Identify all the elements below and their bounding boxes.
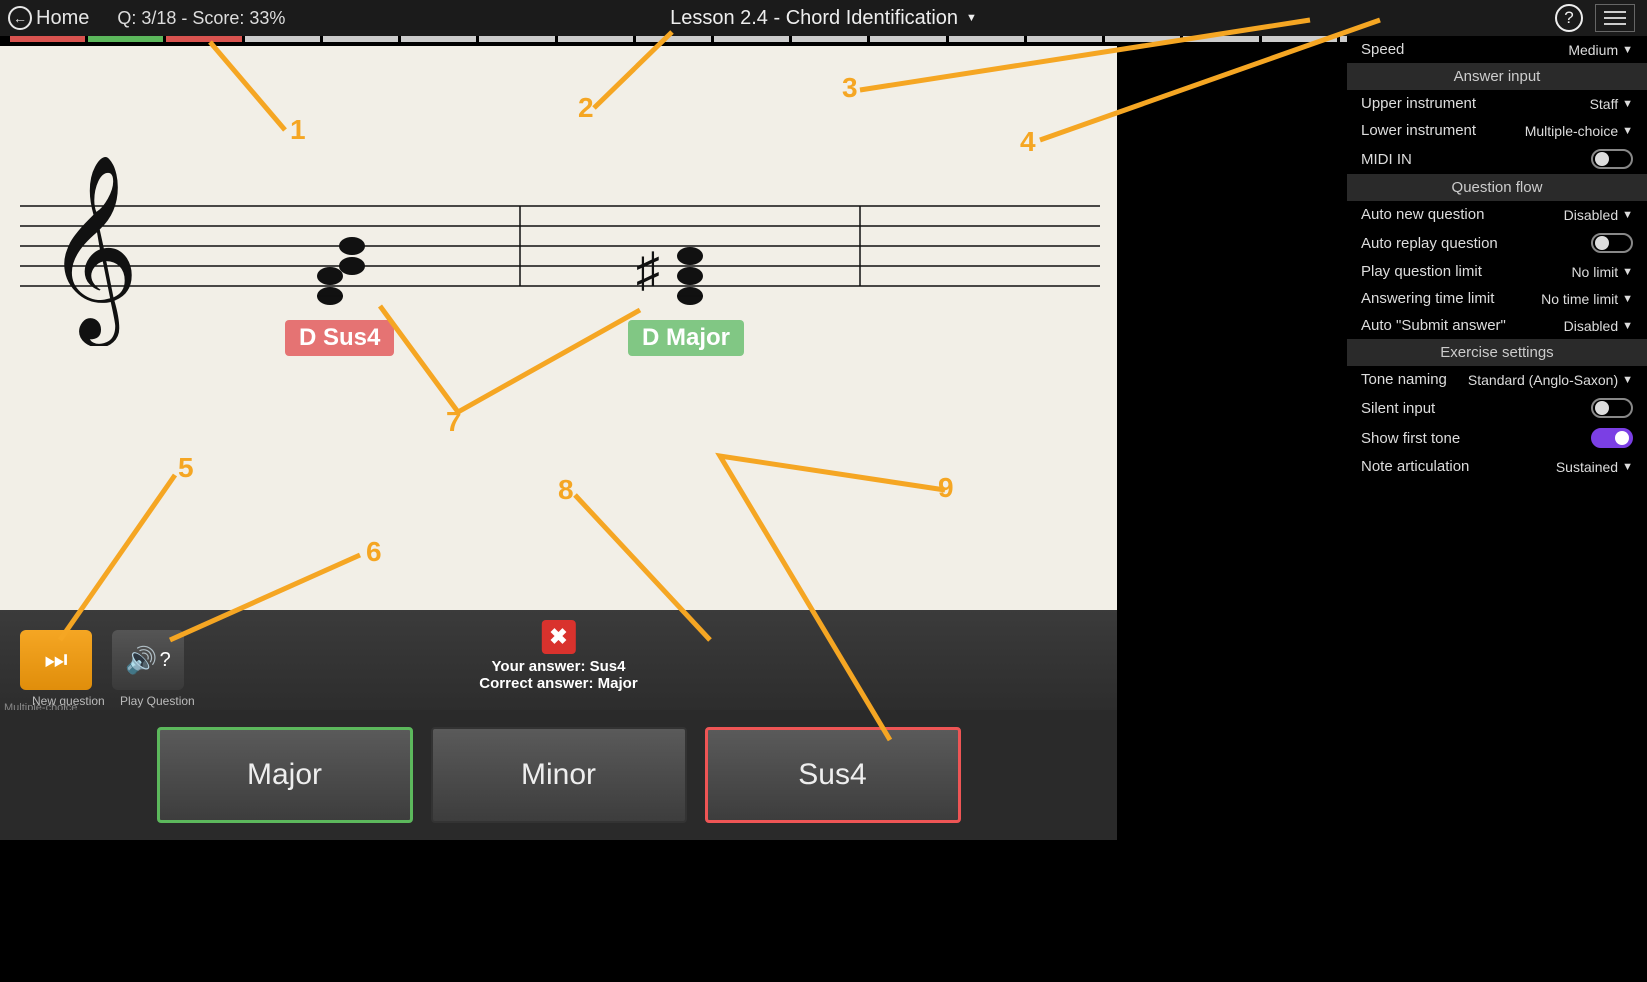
progress-segment — [166, 36, 241, 42]
setting-play-limit[interactable]: Play question limit No limit▼ — [1347, 258, 1647, 285]
home-button[interactable]: ← Home — [8, 6, 89, 30]
setting-auto-submit[interactable]: Auto "Submit answer" Disabled▼ — [1347, 312, 1647, 339]
chevron-down-icon: ▼ — [966, 12, 977, 24]
setting-silent-input[interactable]: Silent input — [1347, 393, 1647, 423]
setting-midi-in[interactable]: MIDI IN — [1347, 144, 1647, 174]
progress-segment — [949, 36, 1024, 42]
progress-segment — [479, 36, 554, 42]
settings-panel: Speed Medium▼ Answer input Upper instrum… — [1347, 36, 1647, 977]
setting-speed[interactable]: Speed Medium▼ — [1347, 36, 1647, 63]
toggle-midi-in[interactable] — [1591, 149, 1633, 169]
setting-answer-time-limit[interactable]: Answering time limit No time limit▼ — [1347, 285, 1647, 312]
progress-segment — [870, 36, 945, 42]
chevron-down-icon: ▼ — [1622, 98, 1633, 110]
chevron-down-icon: ▼ — [1622, 209, 1633, 221]
chevron-down-icon: ▼ — [1622, 266, 1633, 278]
progress-segment — [714, 36, 789, 42]
chevron-down-icon: ▼ — [1622, 125, 1633, 137]
hamburger-menu-button[interactable] — [1595, 4, 1635, 32]
progress-segment — [245, 36, 320, 42]
progress-segment — [401, 36, 476, 42]
treble-clef-icon: 𝄞 — [45, 157, 140, 346]
help-button[interactable]: ? — [1555, 4, 1583, 32]
your-answer-text: Your answer: Sus4 — [479, 658, 637, 675]
section-question-flow: Question flow — [1347, 174, 1647, 201]
music-staff: 𝄞 ♯ — [20, 146, 1100, 346]
setting-note-articulation[interactable]: Note articulation Sustained▼ — [1347, 453, 1647, 480]
progress-segment — [10, 36, 85, 42]
wrong-answer-icon: ✖ — [541, 620, 575, 654]
setting-tone-naming[interactable]: Tone naming Standard (Anglo-Saxon)▼ — [1347, 366, 1647, 393]
next-track-icon: ⏭ — [44, 644, 67, 676]
score-text: Q: 3/18 - Score: 33% — [117, 8, 285, 29]
home-label: Home — [36, 7, 89, 30]
question-mark-icon: ? — [1564, 8, 1573, 28]
hamburger-icon — [1604, 11, 1626, 13]
progress-bar — [10, 36, 1415, 44]
lesson-title-dropdown[interactable]: Lesson 2.4 - Chord Identification ▼ — [670, 7, 977, 30]
progress-segment — [558, 36, 633, 42]
progress-segment — [1262, 36, 1337, 42]
result-feedback: ✖ Your answer: Sus4 Correct answer: Majo… — [479, 620, 637, 692]
question-mark-icon: ? — [160, 649, 171, 672]
back-arrow-icon: ← — [8, 6, 32, 30]
progress-segment — [792, 36, 867, 42]
progress-segment — [1105, 36, 1180, 42]
new-question-button[interactable]: ⏭ — [20, 630, 92, 690]
chord-notes-your-answer — [317, 237, 365, 305]
answer-button-minor[interactable]: Minor — [431, 727, 687, 823]
setting-lower-instrument[interactable]: Lower instrument Multiple-choice▼ — [1347, 117, 1647, 144]
chevron-down-icon: ▼ — [1622, 374, 1633, 386]
section-exercise-settings: Exercise settings — [1347, 339, 1647, 366]
answer-button-row: MajorMinorSus4 — [0, 710, 1117, 840]
play-question-caption: Play Question — [120, 694, 195, 708]
setting-show-first-tone[interactable]: Show first tone — [1347, 423, 1647, 453]
chord-notes-correct-answer: ♯ — [636, 244, 703, 305]
chevron-down-icon: ▼ — [1622, 44, 1633, 56]
play-question-button[interactable]: 🔊 ? — [112, 630, 184, 690]
setting-auto-replay[interactable]: Auto replay question — [1347, 228, 1647, 258]
correct-answer-text: Correct answer: Major — [479, 675, 637, 692]
your-answer-chord-label: D Sus4 — [285, 320, 394, 356]
setting-auto-new-question[interactable]: Auto new question Disabled▼ — [1347, 201, 1647, 228]
speaker-icon: 🔊 — [125, 645, 157, 676]
progress-segment — [1183, 36, 1258, 42]
progress-segment — [1027, 36, 1102, 42]
toggle-silent-input[interactable] — [1591, 398, 1633, 418]
progress-segment — [323, 36, 398, 42]
chevron-down-icon: ▼ — [1622, 461, 1633, 473]
top-bar: ← Home Q: 3/18 - Score: 33% Lesson 2.4 -… — [0, 0, 1647, 36]
staff-area: 𝄞 ♯ D Sus4 D Major — [0, 46, 1117, 610]
toggle-auto-replay[interactable] — [1591, 233, 1633, 253]
progress-segment — [88, 36, 163, 42]
setting-upper-instrument[interactable]: Upper instrument Staff▼ — [1347, 90, 1647, 117]
answer-button-sus4[interactable]: Sus4 — [705, 727, 961, 823]
toggle-show-first-tone[interactable] — [1591, 428, 1633, 448]
answer-button-major[interactable]: Major — [157, 727, 413, 823]
lesson-title-text: Lesson 2.4 - Chord Identification — [670, 7, 958, 30]
chevron-down-icon: ▼ — [1622, 293, 1633, 305]
svg-text:♯: ♯ — [636, 244, 660, 297]
progress-segment — [636, 36, 711, 42]
correct-answer-chord-label: D Major — [628, 320, 744, 356]
section-answer-input: Answer input — [1347, 63, 1647, 90]
chevron-down-icon: ▼ — [1622, 320, 1633, 332]
